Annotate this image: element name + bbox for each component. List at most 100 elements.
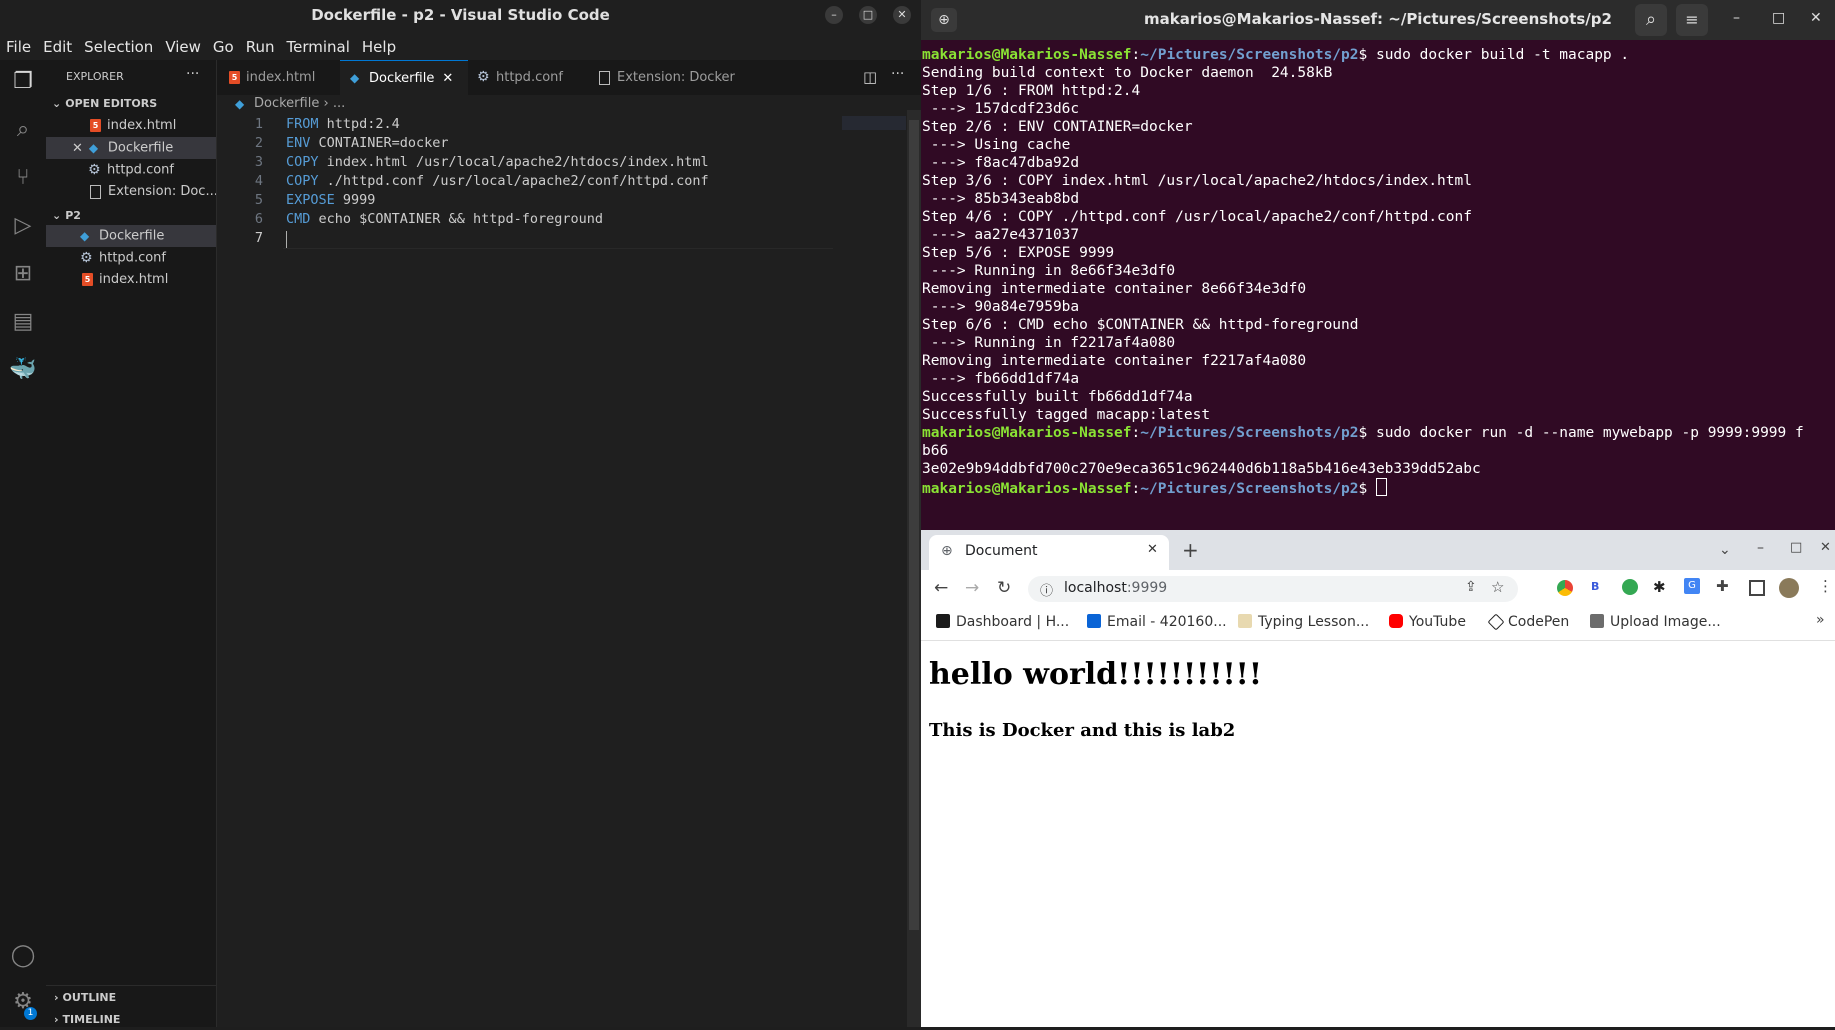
file-tree-item[interactable]: ⚙ httpd.conf (46, 247, 216, 269)
chevron-right-icon[interactable]: » (1816, 612, 1825, 628)
chevron-down-icon[interactable]: ⌄ (1719, 542, 1731, 558)
code-line[interactable]: EXPOSE 9999 (286, 192, 375, 208)
explorer-icon[interactable]: ❐ (9, 68, 37, 96)
maximize-icon[interactable]: □ (1790, 540, 1802, 555)
bookmark-item[interactable]: Typing Lesson... (1238, 614, 1369, 630)
back-arrow-icon[interactable]: ← (934, 578, 948, 598)
prompt-user: makarios@Makarios-Nassef (922, 425, 1132, 441)
command-text: sudo docker build -t macapp . (1367, 47, 1630, 63)
outline-section[interactable]: › OUTLINE (46, 988, 216, 1008)
search-icon[interactable]: ⌕ (9, 116, 37, 144)
open-editor-item[interactable]: ⚙ httpd.conf (46, 159, 216, 181)
editor-tabs: 5 index.html ◆ Dockerfile ✕ ⚙ httpd.conf Ext… (217, 60, 921, 96)
file-tree-item-active[interactable]: ◆ Dockerfile (46, 225, 216, 247)
address-bar[interactable]: ⓘ localhost:9999 ⇪ ☆ (1028, 576, 1518, 602)
bookmark-star-icon[interactable]: ☆ (1491, 578, 1504, 596)
code-line[interactable]: COPY ./httpd.conf /usr/local/apache2/con… (286, 173, 709, 189)
tab-dockerfile[interactable]: ◆ Dockerfile ✕ (340, 60, 468, 96)
remote-explorer-icon[interactable]: ▤ (9, 308, 37, 336)
bug-extension-icon[interactable]: ✱ (1653, 578, 1666, 596)
breadcrumb-file[interactable]: Dockerfile (254, 96, 319, 111)
bookmark-item[interactable]: Upload Image... (1590, 614, 1721, 630)
open-editor-item[interactable]: 5 index.html (46, 115, 216, 137)
bookmark-item[interactable]: YouTube (1389, 614, 1466, 630)
minimize-icon[interactable]: – (1757, 540, 1764, 556)
explorer-sidebar: EXPLORER ··· ⌄ OPEN EDITORS 5 index.html ✕… (46, 60, 217, 1027)
line-number: 4 (254, 173, 263, 189)
codepen-icon (1487, 613, 1505, 631)
menu-file[interactable]: File (0, 34, 37, 60)
extensions-icon[interactable]: ⊞ (9, 260, 37, 288)
tab-httpd-conf[interactable]: ⚙ httpd.conf (471, 60, 587, 95)
settings-badge: 1 (24, 1007, 37, 1020)
split-editor-icon[interactable]: ◫ (863, 68, 877, 86)
menu-run[interactable]: Run (240, 34, 281, 60)
menu-edit[interactable]: Edit (37, 34, 78, 60)
hamburger-menu-icon[interactable]: ≡ (1676, 4, 1708, 36)
tab-index-html[interactable]: 5 index.html (225, 60, 337, 95)
command-text: sudo docker run -d --name mywebapp -p 99… (1367, 425, 1804, 441)
side-panel-icon[interactable] (1749, 580, 1765, 596)
open-editor-item[interactable]: Extension: Doc... (46, 181, 216, 203)
bookmark-item[interactable]: Email - 420160... (1087, 614, 1227, 630)
menu-go[interactable]: Go (207, 34, 240, 60)
run-debug-icon[interactable]: ▷ (9, 212, 37, 240)
close-editor-icon[interactable]: ✕ (72, 141, 83, 156)
close-tab-icon[interactable]: ✕ (442, 71, 453, 86)
avatar[interactable] (1779, 578, 1799, 598)
maximize-icon[interactable]: □ (1772, 10, 1785, 26)
close-tab-icon[interactable]: ✕ (1147, 542, 1158, 557)
translate-extension-icon[interactable]: G (1684, 578, 1700, 594)
minimap[interactable] (842, 116, 906, 130)
open-editor-item-active[interactable]: ✕ ◆ Dockerfile (46, 137, 216, 159)
menu-terminal[interactable]: Terminal (281, 34, 356, 60)
menu-view[interactable]: View (159, 34, 207, 60)
source-control-icon[interactable]: ⑂ (9, 164, 37, 192)
code-line[interactable]: CMD echo $CONTAINER && httpd-foreground (286, 211, 603, 227)
bitwarden-extension-icon[interactable]: B (1591, 580, 1599, 593)
html5-icon: 5 (90, 119, 101, 132)
page-subheading: This is Docker and this is lab2 (929, 720, 1236, 741)
docker-icon[interactable]: 🐳 (9, 356, 37, 384)
close-icon[interactable]: ✕ (1820, 540, 1831, 555)
kebab-menu-icon[interactable]: ⋮ (1818, 577, 1833, 595)
menu-selection[interactable]: Selection (78, 34, 159, 60)
code-line[interactable]: ENV CONTAINER=docker (286, 135, 449, 151)
share-icon[interactable]: ⇪ (1465, 579, 1477, 595)
minimize-icon[interactable]: – (1733, 10, 1740, 26)
new-tab-icon[interactable]: + (1182, 538, 1199, 562)
terminal-output-line: Removing intermediate container f2217af4… (922, 353, 1307, 369)
info-icon[interactable]: ⓘ (1040, 580, 1053, 599)
open-editors-section[interactable]: ⌄ OPEN EDITORS (46, 94, 216, 114)
chevron-down-icon: ⌄ (52, 209, 62, 222)
terminal-output[interactable]: makarios@Makarios-Nassef:~/Pictures/Scre… (922, 46, 1834, 498)
chevron-right-icon: › (323, 96, 329, 111)
breadcrumb-more[interactable]: ... (333, 96, 345, 111)
account-icon[interactable]: ◯ (9, 942, 37, 970)
search-icon[interactable]: ⌕ (1635, 4, 1667, 36)
forward-arrow-icon[interactable]: → (965, 578, 979, 598)
file-tree-item[interactable]: 5 index.html (46, 269, 216, 291)
extensions-puzzle-icon[interactable]: ✚ (1716, 577, 1729, 595)
folder-section[interactable]: ⌄ P2 (46, 206, 216, 226)
minimize-icon[interactable]: – (825, 6, 843, 24)
grammarly-extension-icon[interactable] (1622, 579, 1638, 595)
menu-help[interactable]: Help (356, 34, 402, 60)
browser-tab[interactable]: ⊕ Document ✕ (929, 535, 1169, 570)
timeline-section[interactable]: › TIMELINE (46, 1010, 216, 1030)
bookmark-item[interactable]: Dashboard | H... (936, 614, 1069, 630)
close-icon[interactable]: ✕ (893, 6, 911, 24)
code-line[interactable]: COPY index.html /usr/local/apache2/htdoc… (286, 154, 709, 170)
terminal-output-line: ---> 157dcdf23d6c (922, 101, 1080, 117)
chrome-extension-icon[interactable] (1557, 580, 1573, 596)
reload-icon[interactable]: ↻ (997, 578, 1011, 598)
more-actions-icon[interactable]: ··· (186, 66, 199, 82)
docker-file-icon: ◆ (88, 141, 99, 155)
tab-extension-docker[interactable]: Extension: Docker (587, 60, 779, 95)
more-actions-icon[interactable]: ··· (891, 66, 904, 82)
scrollbar-thumb[interactable] (909, 120, 919, 930)
bookmark-item[interactable]: CodePen (1487, 613, 1569, 631)
code-line[interactable]: FROM httpd:2.4 (286, 116, 400, 132)
close-icon[interactable]: ✕ (1810, 10, 1822, 26)
maximize-icon[interactable]: □ (859, 6, 877, 24)
